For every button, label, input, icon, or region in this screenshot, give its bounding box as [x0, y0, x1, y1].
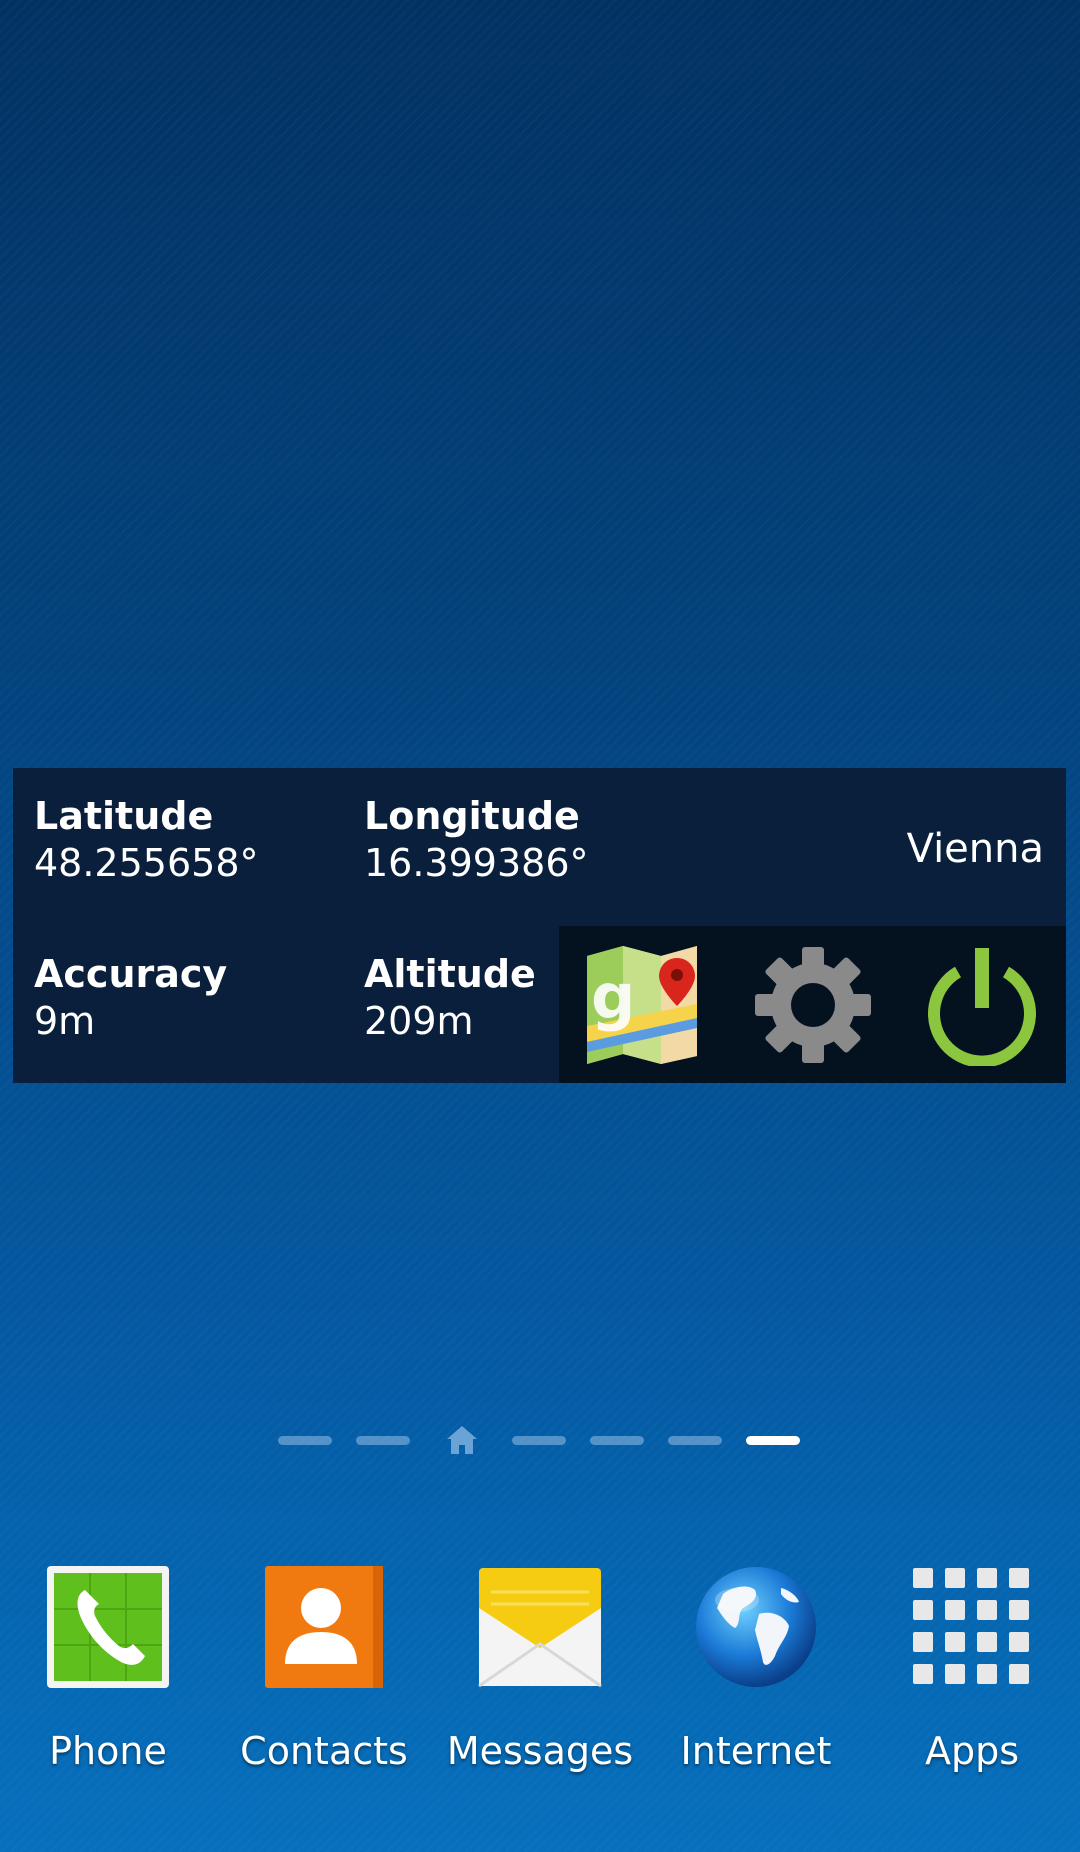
accuracy-cell: Accuracy 9m: [34, 952, 227, 1046]
messages-icon: [478, 1568, 602, 1688]
dock-messages-label: Messages: [446, 1729, 634, 1773]
globe-icon: [696, 1567, 816, 1687]
accuracy-label: Accuracy: [34, 952, 228, 996]
power-toggle-button[interactable]: [921, 944, 1043, 1066]
latitude-label: Latitude: [34, 794, 214, 838]
altitude-value: 209m: [364, 999, 474, 1043]
power-icon: [928, 948, 1036, 1066]
google-maps-icon: g: [587, 946, 697, 1064]
contacts-icon: [265, 1566, 383, 1688]
longitude-value: 16.399386°: [364, 841, 589, 885]
page-dot-7-active[interactable]: [746, 1436, 800, 1445]
gear-icon: [755, 947, 871, 1063]
page-dot-1[interactable]: [278, 1436, 332, 1445]
dock-internet-label: Internet: [680, 1729, 832, 1773]
page-dot-6[interactable]: [668, 1436, 722, 1445]
dock-apps-label: Apps: [924, 1729, 1020, 1773]
page-dot-2[interactable]: [356, 1436, 410, 1445]
settings-button[interactable]: [752, 944, 874, 1066]
longitude-label: Longitude: [364, 794, 580, 838]
latitude-cell: Latitude 48.255658°: [34, 794, 259, 888]
dock-contacts[interactable]: Contacts: [224, 1560, 424, 1790]
apps-grid-icon: [913, 1568, 1029, 1684]
longitude-cell: Longitude 16.399386°: [364, 794, 589, 888]
home-page-indicator[interactable]: [446, 1425, 478, 1455]
city-name: Vienna: [906, 826, 1044, 872]
page-indicator: [0, 1425, 1080, 1455]
gps-widget[interactable]: Latitude 48.255658° Longitude 16.399386°…: [13, 768, 1066, 1083]
altitude-label: Altitude: [364, 952, 536, 996]
open-maps-button[interactable]: g: [581, 944, 703, 1066]
latitude-value: 48.255658°: [34, 841, 259, 885]
dock-phone[interactable]: Phone: [8, 1560, 208, 1790]
svg-text:g: g: [591, 960, 635, 1033]
phone-icon: [47, 1566, 169, 1688]
widget-action-bar: g: [559, 926, 1066, 1083]
dock-apps[interactable]: Apps: [872, 1560, 1072, 1790]
page-dot-5[interactable]: [590, 1436, 644, 1445]
home-icon: [447, 1426, 477, 1454]
page-dot-4[interactable]: [512, 1436, 566, 1445]
accuracy-value: 9m: [34, 999, 96, 1043]
dock-internet[interactable]: Internet: [656, 1560, 856, 1790]
altitude-cell: Altitude 209m: [364, 952, 536, 1046]
dock-contacts-label: Contacts: [240, 1729, 408, 1773]
dock-phone-label: Phone: [49, 1729, 167, 1773]
dock-messages[interactable]: Messages: [440, 1560, 640, 1790]
